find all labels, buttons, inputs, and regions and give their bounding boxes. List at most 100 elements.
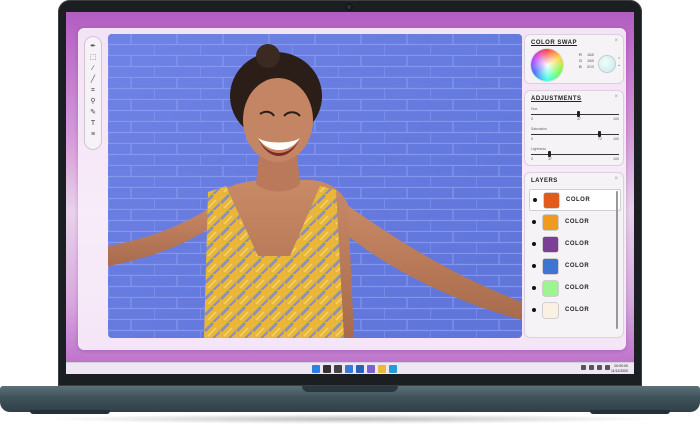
- color-wheel[interactable]: [531, 49, 563, 81]
- edge-icon[interactable]: [389, 365, 397, 373]
- slider-max: 100: [613, 137, 619, 141]
- layer-item[interactable]: COLOR: [529, 211, 621, 233]
- color-channel-label: B: [579, 64, 582, 69]
- file-explorer-icon[interactable]: [378, 365, 386, 373]
- color-swap-title: COLOR SWAP: [531, 40, 578, 46]
- slider-min: 0: [531, 157, 533, 161]
- slider-label: Lightness: [531, 147, 546, 151]
- taskbar: 00:00:00 11/11/2000: [66, 362, 634, 374]
- swatch-stepper-icon[interactable]: ⌃ ⌄: [617, 58, 621, 68]
- store-icon[interactable]: [356, 365, 364, 373]
- slider-label: Hue: [531, 107, 538, 111]
- color-swap-panel: COLOR SWAP × R 168 G 156 B 203 ⌃ ⌄: [524, 34, 624, 84]
- layer-color-swatch: [543, 236, 558, 252]
- color-channel-value[interactable]: 168: [587, 52, 594, 57]
- layer-name: COLOR: [565, 219, 590, 225]
- adjustment-slider: Saturation 0 72 100: [531, 127, 619, 147]
- photo-editor-window: ✒ ⬚ ∕ ╱ ⌗ ⚲ ✎ T ≡ COLOR SWAP × R 168 G 1…: [78, 28, 626, 350]
- layer-color-swatch: [544, 192, 559, 208]
- visibility-dot-icon[interactable]: [532, 242, 536, 246]
- taskbar-clock[interactable]: 00:00:00 11/11/2000: [611, 364, 628, 373]
- adjustment-slider: Hue 0 37 100: [531, 107, 619, 127]
- marker-tool-icon[interactable]: ✎: [87, 107, 99, 117]
- laptop-foot-right: [590, 410, 670, 414]
- slider-current: 37: [548, 157, 552, 161]
- slider-track[interactable]: [531, 134, 619, 135]
- layer-color-swatch: [543, 280, 558, 296]
- taskbar-apps: [312, 365, 397, 373]
- layer-color-swatch: [543, 302, 558, 318]
- chat-icon[interactable]: [367, 365, 375, 373]
- clock-time: 00:00:00: [614, 364, 628, 368]
- laptop-lid: ✒ ⬚ ∕ ╱ ⌗ ⚲ ✎ T ≡ COLOR SWAP × R 168 G 1…: [58, 0, 642, 386]
- eyedropper-tool-icon[interactable]: ✒: [87, 41, 99, 51]
- slider-label: Saturation: [531, 127, 547, 131]
- photo-image: [108, 34, 522, 338]
- layers-panel: LAYERS × COLOR COLOR COLOR COLOR COLOR COLOR: [524, 172, 624, 338]
- visibility-dot-icon[interactable]: [533, 198, 537, 202]
- visibility-dot-icon[interactable]: [532, 308, 536, 312]
- layer-name: COLOR: [565, 307, 590, 313]
- slider-track[interactable]: [531, 154, 619, 155]
- text-tool-icon[interactable]: T: [87, 118, 99, 128]
- slider-min: 0: [531, 137, 533, 141]
- slider-current: 72: [598, 137, 602, 141]
- color-channel-value[interactable]: 203: [587, 64, 594, 69]
- hinge-notch: [302, 386, 398, 392]
- layer-item[interactable]: COLOR: [529, 233, 621, 255]
- layers-scrollbar[interactable]: [616, 191, 618, 329]
- slider-current: 37: [577, 117, 581, 121]
- speaker-icon[interactable]: [597, 365, 602, 370]
- layer-list: COLOR COLOR COLOR COLOR COLOR COLOR: [529, 189, 621, 321]
- layer-color-swatch: [543, 214, 558, 230]
- more-tools-icon[interactable]: ≡: [87, 129, 99, 139]
- transform-tool-icon[interactable]: ⌗: [87, 85, 99, 95]
- laptop-shadow: [40, 414, 660, 424]
- laptop-screen: ✒ ⬚ ∕ ╱ ⌗ ⚲ ✎ T ≡ COLOR SWAP × R 168 G 1…: [66, 12, 634, 374]
- close-icon[interactable]: ×: [614, 176, 618, 182]
- adjustments-panel: ADJUSTMENTS × Hue 0 37 100 Saturation 0 72 100 L…: [524, 90, 624, 166]
- layers-title: LAYERS: [531, 178, 558, 184]
- layer-item[interactable]: COLOR: [529, 255, 621, 277]
- crop-tool-icon[interactable]: ⬚: [87, 52, 99, 62]
- chevron-up-icon[interactable]: [581, 365, 586, 370]
- color-values: R 168 G 156 B 203: [579, 52, 594, 70]
- system-tray: [581, 365, 610, 370]
- layer-color-swatch: [543, 258, 558, 274]
- photo-canvas[interactable]: [108, 34, 522, 338]
- tool-palette: ✒ ⬚ ∕ ╱ ⌗ ⚲ ✎ T ≡: [84, 36, 102, 150]
- clock-date: 11/11/2000: [611, 368, 628, 373]
- layer-item[interactable]: COLOR: [529, 189, 621, 211]
- webcam: [345, 3, 353, 11]
- start-icon[interactable]: [312, 365, 320, 373]
- close-icon[interactable]: ×: [614, 38, 618, 44]
- wifi-icon[interactable]: [589, 365, 594, 370]
- color-value-row: B 203: [579, 64, 594, 70]
- slider-max: 100: [613, 157, 619, 161]
- visibility-dot-icon[interactable]: [532, 264, 536, 268]
- layer-item[interactable]: COLOR: [529, 299, 621, 321]
- layer-name: COLOR: [566, 197, 591, 203]
- battery-icon[interactable]: [605, 365, 610, 370]
- slider-track[interactable]: [531, 114, 619, 115]
- layer-name: COLOR: [565, 263, 590, 269]
- adjustment-slider: Lightness 0 37 100: [531, 147, 619, 167]
- task-view-icon[interactable]: [334, 365, 342, 373]
- color-channel-value[interactable]: 156: [587, 58, 594, 63]
- pen-tool-icon[interactable]: ╱: [87, 74, 99, 84]
- laptop-base: [0, 386, 700, 412]
- selected-color-swatch[interactable]: [599, 56, 615, 72]
- visibility-dot-icon[interactable]: [532, 220, 536, 224]
- layer-name: COLOR: [565, 285, 590, 291]
- zoom-tool-icon[interactable]: ⚲: [87, 96, 99, 106]
- laptop-foot-left: [30, 410, 110, 414]
- widgets-icon[interactable]: [345, 365, 353, 373]
- visibility-dot-icon[interactable]: [532, 286, 536, 290]
- slider-max: 100: [613, 117, 619, 121]
- brush-tool-icon[interactable]: ∕: [87, 63, 99, 73]
- search-icon[interactable]: [323, 365, 331, 373]
- layer-item[interactable]: COLOR: [529, 277, 621, 299]
- layer-name: COLOR: [565, 241, 590, 247]
- close-icon[interactable]: ×: [614, 94, 618, 100]
- slider-min: 0: [531, 117, 533, 121]
